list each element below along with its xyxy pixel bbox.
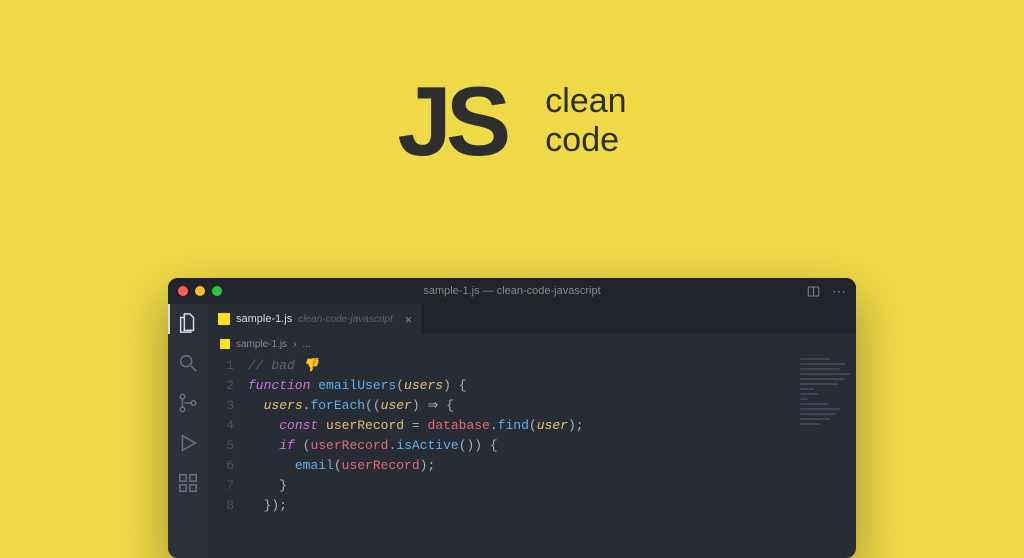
minimap[interactable]: [800, 358, 850, 498]
minimap-line: [800, 388, 814, 390]
minimap-line: [800, 378, 844, 380]
search-icon[interactable]: [177, 352, 199, 374]
tab-folder: clean-code-javascript: [298, 314, 393, 325]
more-actions-icon[interactable]: ⋯: [832, 283, 846, 300]
window-title: sample-1.js — clean-code-javascript: [168, 285, 856, 297]
editor-window: sample-1.js — clean-code-javascript ⋯: [168, 278, 856, 558]
code-line[interactable]: const userRecord = database.find(user);: [248, 416, 856, 436]
line-number: 8: [208, 496, 234, 516]
titlebar-actions: ⋯: [807, 283, 846, 300]
code-line[interactable]: email(userRecord);: [248, 456, 856, 476]
js-file-icon: [220, 339, 230, 349]
breadcrumb-rest: ...: [302, 339, 310, 350]
minimap-line: [800, 423, 820, 425]
line-number-gutter: 12345678: [208, 356, 248, 558]
line-number: 1: [208, 356, 234, 376]
line-number: 6: [208, 456, 234, 476]
line-number: 3: [208, 396, 234, 416]
minimap-line: [800, 383, 838, 385]
split-editor-icon[interactable]: [807, 285, 820, 298]
code-line[interactable]: });: [248, 496, 856, 516]
line-number: 5: [208, 436, 234, 456]
tab-filename: sample-1.js: [236, 313, 292, 325]
minimap-line: [800, 368, 840, 370]
js-file-icon: [218, 313, 230, 325]
breadcrumb-filename: sample-1.js: [236, 339, 287, 350]
close-tab-icon[interactable]: ×: [405, 312, 413, 327]
tagline-line-1: clean: [545, 82, 626, 121]
editor-body: sample-1.js clean-code-javascript × samp…: [168, 304, 856, 558]
minimap-line: [800, 363, 845, 365]
code-line[interactable]: function emailUsers(users) {: [248, 376, 856, 396]
code-line[interactable]: }: [248, 476, 856, 496]
close-window-icon[interactable]: [178, 286, 188, 296]
code-line[interactable]: if (userRecord.isActive()) {: [248, 436, 856, 456]
minimap-line: [800, 418, 830, 420]
tab-bar: sample-1.js clean-code-javascript ×: [208, 304, 856, 334]
code-editor[interactable]: 12345678 // bad 👎function emailUsers(use…: [208, 354, 856, 558]
line-number: 7: [208, 476, 234, 496]
files-icon[interactable]: [177, 312, 199, 334]
minimap-line: [800, 413, 836, 415]
activity-bar: [168, 304, 208, 558]
titlebar: sample-1.js — clean-code-javascript ⋯: [168, 278, 856, 304]
minimap-line: [800, 393, 818, 395]
line-number: 4: [208, 416, 234, 436]
minimap-line: [800, 358, 830, 360]
hero-tagline: clean code: [545, 82, 626, 160]
minimize-window-icon[interactable]: [195, 286, 205, 296]
line-number: 2: [208, 376, 234, 396]
minimap-line: [800, 403, 828, 405]
minimap-line: [800, 398, 808, 400]
extensions-icon[interactable]: [177, 472, 199, 494]
code-line[interactable]: // bad 👎: [248, 356, 856, 376]
breadcrumb-sep: ›: [293, 339, 296, 350]
run-debug-icon[interactable]: [177, 432, 199, 454]
tab-sample-1[interactable]: sample-1.js clean-code-javascript ×: [208, 304, 423, 334]
minimap-line: [800, 408, 840, 410]
js-logo: JS: [397, 72, 505, 170]
active-indicator: [168, 304, 170, 334]
hero-banner: JS clean code: [0, 0, 1024, 170]
source-control-icon[interactable]: [177, 392, 199, 414]
code-content[interactable]: // bad 👎function emailUsers(users) { use…: [248, 356, 856, 558]
minimap-line: [800, 373, 850, 375]
maximize-window-icon[interactable]: [212, 286, 222, 296]
tagline-line-2: code: [545, 121, 626, 160]
window-controls: [178, 286, 222, 296]
breadcrumb[interactable]: sample-1.js › ...: [208, 334, 856, 354]
editor-main: sample-1.js clean-code-javascript × samp…: [208, 304, 856, 558]
code-line[interactable]: users.forEach((user) ⇒ {: [248, 396, 856, 416]
